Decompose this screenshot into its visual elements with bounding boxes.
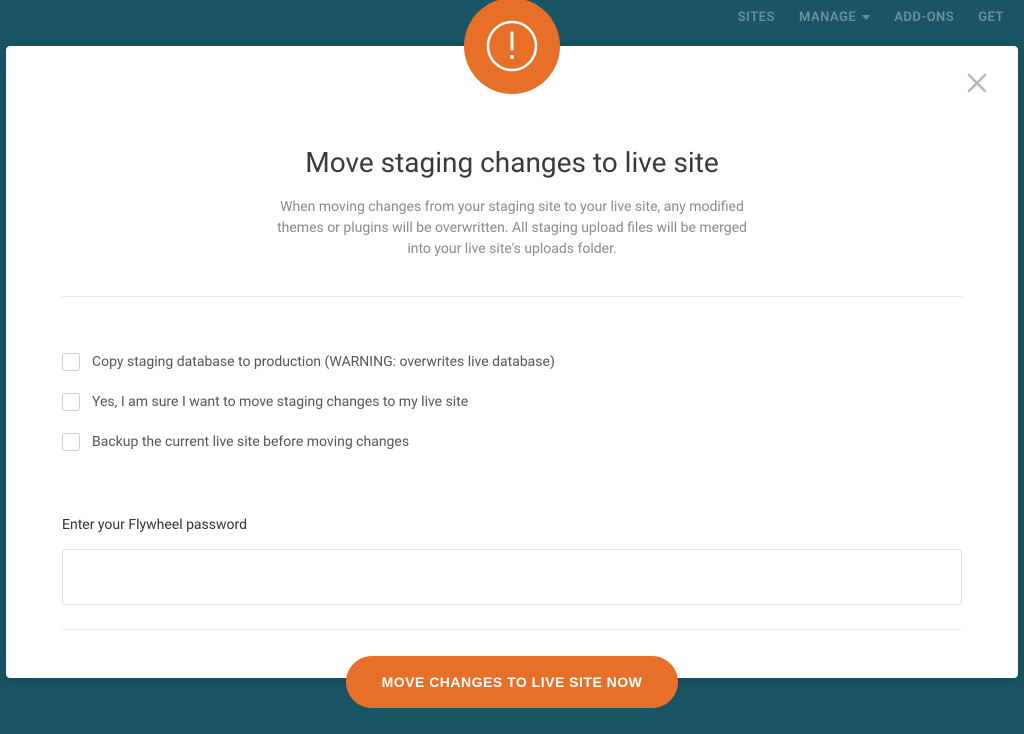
checkbox-row-copy-db: Copy staging database to production (WAR…	[62, 353, 962, 371]
checkbox-backup[interactable]	[62, 433, 80, 451]
modal-title: Move staging changes to live site	[62, 146, 962, 179]
checkbox-label: Copy staging database to production (WAR…	[92, 354, 555, 370]
nav-get[interactable]: GET	[978, 10, 1004, 25]
nav-manage[interactable]: MANAGE	[799, 10, 870, 25]
alert-icon	[464, 0, 560, 94]
submit-button[interactable]: MOVE CHANGES TO LIVE SITE NOW	[346, 656, 679, 708]
chevron-down-icon	[862, 15, 870, 20]
checkbox-label: Yes, I am sure I want to move staging ch…	[92, 394, 468, 410]
close-icon	[966, 72, 988, 94]
submit-wrap: MOVE CHANGES TO LIVE SITE NOW	[62, 630, 962, 734]
modal: Move staging changes to live site When m…	[6, 46, 1018, 678]
nav-label: ADD-ONS	[894, 10, 954, 25]
nav-addons[interactable]: ADD-ONS	[894, 10, 954, 25]
modal-subtitle: When moving changes from your staging si…	[272, 197, 752, 260]
checkbox-confirm[interactable]	[62, 393, 80, 411]
password-label: Enter your Flywheel password	[62, 517, 962, 533]
checkbox-label: Backup the current live site before movi…	[92, 434, 409, 450]
nav-sites[interactable]: SITES	[738, 10, 775, 25]
password-input[interactable]	[62, 549, 962, 605]
checkbox-row-confirm: Yes, I am sure I want to move staging ch…	[62, 393, 962, 411]
options-section: Copy staging database to production (WAR…	[62, 297, 962, 499]
nav-label: GET	[978, 10, 1004, 25]
checkbox-copy-db[interactable]	[62, 353, 80, 371]
close-button[interactable]	[966, 72, 990, 96]
checkbox-row-backup: Backup the current live site before movi…	[62, 433, 962, 451]
top-nav: SITES MANAGE ADD-ONS GET	[718, 0, 1024, 35]
nav-label: MANAGE	[799, 10, 856, 25]
nav-label: SITES	[738, 10, 775, 25]
modal-content: Move staging changes to live site When m…	[62, 46, 962, 734]
